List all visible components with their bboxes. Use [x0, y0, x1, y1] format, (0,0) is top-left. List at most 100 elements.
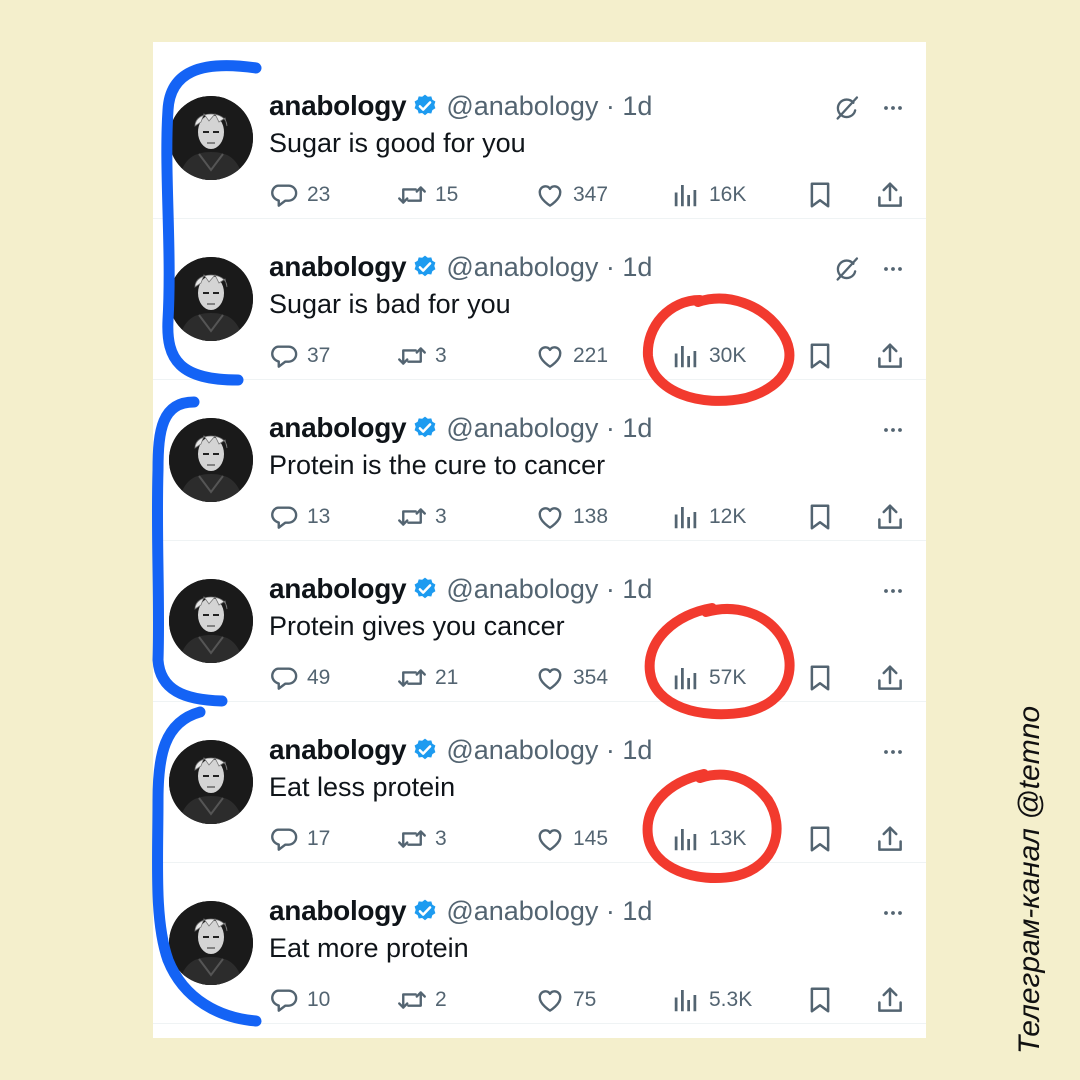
avatar[interactable]: [169, 257, 253, 341]
view-count: 30K: [709, 344, 747, 367]
author-name[interactable]: anabology: [269, 412, 407, 444]
retweet-button[interactable]: 3: [397, 500, 447, 534]
grok-icon[interactable]: [833, 255, 861, 283]
reply-button[interactable]: 23: [269, 178, 330, 212]
author-name[interactable]: anabology: [269, 251, 407, 283]
like-count: 138: [573, 505, 609, 528]
verified-badge-icon: [412, 737, 438, 763]
tweet-text: Eat more protein: [269, 933, 469, 963]
retweet-icon: [397, 663, 427, 693]
share-button[interactable]: [875, 178, 905, 212]
bookmark-icon: [805, 985, 835, 1015]
share-button[interactable]: [875, 661, 905, 695]
avatar[interactable]: [169, 740, 253, 824]
bookmark-icon: [805, 824, 835, 854]
retweet-button[interactable]: 21: [397, 661, 458, 695]
retweet-button[interactable]: 2: [397, 983, 447, 1017]
like-button[interactable]: 145: [535, 822, 608, 856]
author-handle-time[interactable]: @anabology · 1d: [446, 896, 652, 927]
avatar-image: [169, 579, 253, 663]
views-button[interactable]: 12K: [671, 500, 746, 534]
grok-icon[interactable]: [833, 94, 861, 122]
bookmark-icon: [805, 341, 835, 371]
like-button[interactable]: 221: [535, 339, 608, 373]
retweet-count: 3: [435, 344, 447, 367]
author-handle-time[interactable]: @anabology · 1d: [446, 413, 652, 444]
more-icon[interactable]: [879, 740, 907, 764]
reply-count: 17: [307, 827, 331, 850]
share-icon: [875, 502, 905, 532]
avatar[interactable]: [169, 901, 253, 985]
avatar[interactable]: [169, 418, 253, 502]
reply-count: 37: [307, 344, 331, 367]
share-icon: [875, 985, 905, 1015]
retweet-button[interactable]: 15: [397, 178, 458, 212]
more-icon[interactable]: [879, 901, 907, 925]
like-count: 221: [573, 344, 609, 367]
tweet-item[interactable]: anabology @anabology · 1d Protein gives …: [153, 541, 926, 702]
reply-button[interactable]: 17: [269, 822, 330, 856]
share-button[interactable]: [875, 983, 905, 1017]
views-button[interactable]: 13K: [671, 822, 746, 856]
bookmark-icon: [805, 663, 835, 693]
author-name[interactable]: anabology: [269, 734, 407, 766]
author-name[interactable]: anabology: [269, 895, 407, 927]
share-button[interactable]: [875, 500, 905, 534]
reply-button[interactable]: 13: [269, 500, 330, 534]
more-icon[interactable]: [879, 257, 907, 281]
reply-icon: [269, 663, 299, 693]
author-handle-time[interactable]: @anabology · 1d: [446, 574, 652, 605]
retweet-button[interactable]: 3: [397, 822, 447, 856]
retweet-icon: [397, 985, 427, 1015]
reply-button[interactable]: 10: [269, 983, 330, 1017]
bookmark-button[interactable]: [805, 983, 835, 1017]
views-button[interactable]: 57K: [671, 661, 746, 695]
like-button[interactable]: 138: [535, 500, 608, 534]
reply-count: 49: [307, 666, 331, 689]
like-button[interactable]: 347: [535, 178, 608, 212]
bookmark-icon: [805, 180, 835, 210]
views-button[interactable]: 16K: [671, 178, 746, 212]
retweet-button[interactable]: 3: [397, 339, 447, 373]
more-icon[interactable]: [879, 579, 907, 603]
reply-button[interactable]: 49: [269, 661, 330, 695]
tweet-item[interactable]: anabology @anabology · 1d Sugar is bad f…: [153, 219, 926, 380]
verified-badge-icon: [412, 415, 438, 441]
bookmark-button[interactable]: [805, 661, 835, 695]
tweet-item[interactable]: anabology @anabology · 1d Protein is the…: [153, 380, 926, 541]
share-button[interactable]: [875, 822, 905, 856]
tweet-actions: 37 3 221 30K: [269, 339, 909, 373]
views-button[interactable]: 30K: [671, 339, 746, 373]
bookmark-button[interactable]: [805, 822, 835, 856]
avatar[interactable]: [169, 96, 253, 180]
reply-icon: [269, 824, 299, 854]
view-count: 57K: [709, 666, 747, 689]
tweet-text: Protein gives you cancer: [269, 611, 565, 641]
views-button[interactable]: 5.3K: [671, 983, 752, 1017]
like-count: 75: [573, 988, 597, 1011]
verified-badge-icon: [412, 254, 438, 280]
author-name[interactable]: anabology: [269, 573, 407, 605]
author-name[interactable]: anabology: [269, 90, 407, 122]
share-button[interactable]: [875, 339, 905, 373]
view-count: 12K: [709, 505, 747, 528]
like-button[interactable]: 354: [535, 661, 608, 695]
author-handle-time[interactable]: @anabology · 1d: [446, 252, 652, 283]
bookmark-button[interactable]: [805, 339, 835, 373]
reply-button[interactable]: 37: [269, 339, 330, 373]
verified-badge-icon: [412, 93, 438, 119]
tweet-item[interactable]: anabology @anabology · 1d Eat less prote…: [153, 702, 926, 863]
avatar[interactable]: [169, 579, 253, 663]
tweet-text: Protein is the cure to cancer: [269, 450, 606, 480]
bookmark-button[interactable]: [805, 178, 835, 212]
author-handle-time[interactable]: @anabology · 1d: [446, 735, 652, 766]
reply-icon: [269, 180, 299, 210]
like-button[interactable]: 75: [535, 983, 596, 1017]
author-handle-time[interactable]: @anabology · 1d: [446, 91, 652, 122]
share-icon: [875, 180, 905, 210]
tweet-item[interactable]: anabology @anabology · 1d Eat more prote…: [153, 863, 926, 1024]
tweet-item[interactable]: anabology @anabology · 1d Sugar is good …: [153, 58, 926, 219]
bookmark-button[interactable]: [805, 500, 835, 534]
more-icon[interactable]: [879, 96, 907, 120]
more-icon[interactable]: [879, 418, 907, 442]
